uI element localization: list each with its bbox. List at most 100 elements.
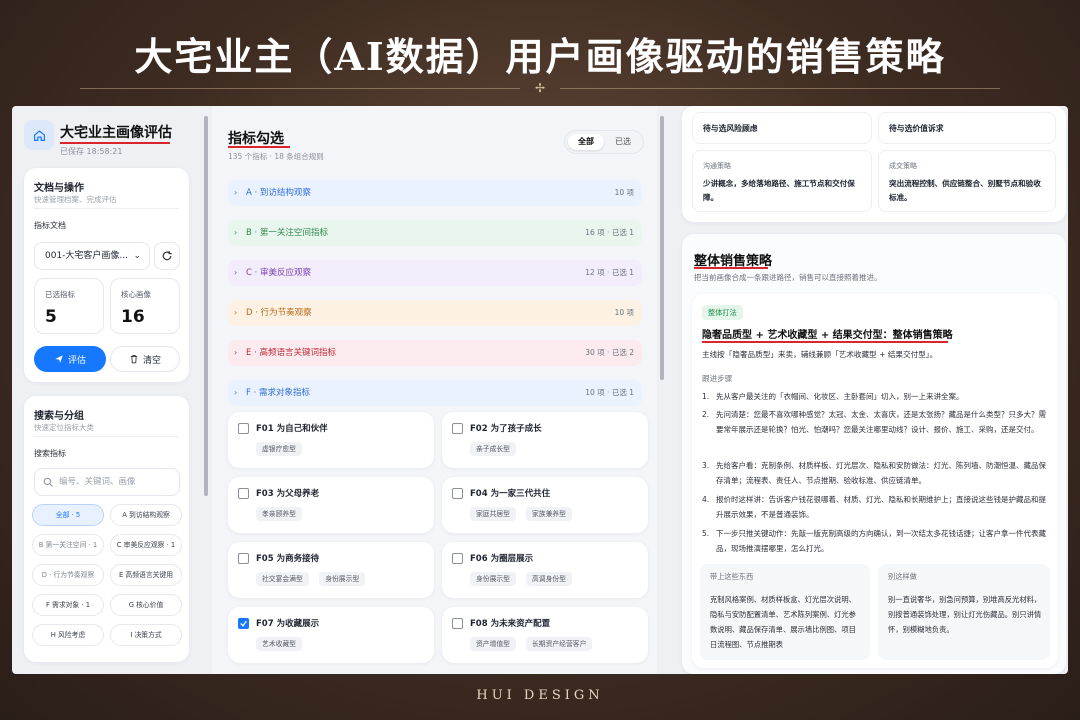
- indicator-card[interactable]: F05 为商务接待 社交宴会满型 身份展示型: [228, 542, 434, 598]
- indicator-tag: 资产增值型: [470, 637, 516, 651]
- value-box: 待与选价值诉求: [878, 112, 1056, 144]
- deal-text: 突出流程控制、供应链整合、别墅节点和验收标准。: [889, 179, 1041, 202]
- indicator-card[interactable]: F08 为未来资产配置 资产增值型 长期资产经营客户: [442, 607, 648, 663]
- home-button[interactable]: [24, 120, 54, 150]
- chip-b[interactable]: B 第一关注空间 · 1: [32, 534, 104, 556]
- selected-stat: 已选指标 5: [34, 278, 104, 334]
- group-count: 10 项: [614, 188, 634, 197]
- filter-all-tab[interactable]: 全部: [568, 134, 604, 150]
- deal-label: 成交策略: [889, 162, 917, 170]
- group-count: 16 项 · 已选 1: [585, 228, 634, 237]
- search-placeholder: 编号、关键词、画像: [59, 477, 136, 487]
- core-stat: 核心画像 16: [110, 278, 180, 334]
- indicator-card[interactable]: F03 为父母养老孝亲颐养型: [228, 477, 434, 533]
- group-count: 12 项 · 已选 1: [585, 268, 634, 277]
- plan-badge: 整体打法: [702, 305, 743, 320]
- filter-selected-tab[interactable]: 已选: [605, 134, 641, 150]
- risk-box: 待与选风险顾虑: [692, 112, 872, 144]
- chip-a[interactable]: A 到访结构观察: [110, 504, 182, 526]
- checkbox[interactable]: [452, 423, 463, 434]
- chip-all[interactable]: 全部 · 5: [32, 504, 104, 526]
- chip-c[interactable]: C 审美反应观察 · 1: [110, 534, 182, 556]
- checkbox[interactable]: [238, 488, 249, 499]
- core-stat-value: 16: [121, 307, 145, 327]
- saved-time: 已保存 18:58:21: [60, 147, 123, 156]
- step-text: 先给客户看：克制条例、材质样板、灯光层次、隐私和安防做法：灯光、陈列墙、防潮恒温…: [716, 461, 1046, 485]
- chip-e[interactable]: E 高频语言关键用: [110, 564, 182, 586]
- checkbox[interactable]: [452, 553, 463, 564]
- brand-row: 大宅业主画像评估 已保存 18:58:21: [24, 118, 194, 160]
- chevron-right-icon: ›: [234, 308, 238, 317]
- evaluate-button[interactable]: 评估: [34, 346, 106, 372]
- checkbox[interactable]: [238, 618, 249, 629]
- group-count: 30 项 · 已选 2: [585, 348, 634, 357]
- indicator-card[interactable]: F01 为自己和伙伴 虚银疗愈型: [228, 412, 434, 468]
- step-text: 报价时这样讲：告诉客户钱花很哪着、材质、灯光、隐私和长期维护上；直接说这些钱是护…: [716, 495, 1046, 519]
- risk-title: 待与选风险顾虑: [703, 124, 758, 133]
- app-window: 大宅业主画像评估 已保存 18:58:21 文档与操作 快速管理档案、完成评估 …: [12, 106, 1068, 674]
- checkbox[interactable]: [238, 423, 249, 434]
- checkbox[interactable]: [238, 553, 249, 564]
- footer-brand: HUI DESIGN: [476, 688, 604, 703]
- refresh-button[interactable]: [154, 242, 180, 270]
- selected-stat-value: 5: [45, 307, 57, 327]
- indicator-card[interactable]: F06 为圈层展示 身份展示型 高调身份型: [442, 542, 648, 598]
- checkbox[interactable]: [452, 618, 463, 629]
- clear-button[interactable]: 清空: [110, 346, 180, 372]
- send-icon: [55, 355, 63, 363]
- search-input[interactable]: 编号、关键词、画像: [34, 468, 180, 496]
- comm-label: 沟通策略: [703, 162, 731, 170]
- indicator-tag: 家庭共居型: [470, 507, 516, 521]
- group-row[interactable]: › F · 需求对象指标 10 项 · 已选 1: [228, 380, 642, 406]
- chevron-right-icon: ›: [234, 348, 238, 357]
- indicator-scrollbar[interactable]: [660, 116, 664, 380]
- clear-label: 清空: [142, 355, 161, 366]
- chip-h[interactable]: H 风险考虑: [32, 624, 104, 646]
- avoid-label: 别这样做: [888, 572, 917, 581]
- indicator-name: F02 为了孩子成长: [470, 424, 542, 434]
- sidebar: 大宅业主画像评估 已保存 18:58:21 文档与操作 快速管理档案、完成评估 …: [12, 106, 202, 674]
- strategy-subtitle: 把当前画像合成一条跟进路径，销售可以直接照着推进。: [694, 273, 882, 282]
- indicator-subtitle: 135 个指标 · 18 条组合规则: [228, 152, 324, 161]
- indicator-tag: 身份展示型: [319, 572, 366, 586]
- search-card-subtitle: 快速定位指标大类: [34, 423, 94, 432]
- group-label: C · 审美反应观察: [246, 268, 312, 278]
- sidebar-scrollbar[interactable]: [204, 116, 208, 496]
- doc-select[interactable]: 001-大宅客户画像... ⌄: [34, 242, 150, 270]
- chevron-down-icon: ⌄: [133, 251, 141, 261]
- core-stat-label: 核心画像: [121, 290, 151, 299]
- chip-i[interactable]: I 决策方式: [110, 624, 182, 646]
- group-row[interactable]: › A · 到访结构观察 10 项: [228, 180, 642, 206]
- indicator-name: F03 为父母养老: [256, 489, 320, 499]
- group-row[interactable]: › C · 审美反应观察 12 项 · 已选 1: [228, 260, 642, 286]
- chip-f[interactable]: F 需求对象 · 1: [32, 594, 104, 616]
- bring-label: 带上这些东西: [710, 572, 754, 581]
- checkbox[interactable]: [452, 488, 463, 499]
- step-text: 先从客户最关注的「衣帽间、化妆区、主卧套间」切入，别一上来讲全案。: [716, 392, 964, 401]
- group-label: D · 行为节奏观察: [246, 308, 312, 318]
- chip-g[interactable]: G 核心价值: [110, 594, 182, 616]
- group-count: 10 项 · 已选 1: [585, 388, 634, 397]
- indicator-tag: 身份展示型: [470, 572, 516, 586]
- step-item: 1. 先从客户最关注的「衣帽间、化妆区、主卧套间」切入，别一上来讲全案。: [702, 389, 1046, 404]
- chip-d[interactable]: D · 行为节奏观察: [32, 564, 104, 586]
- deal-strategy-box: 成交策略 突出流程控制、供应链整合、别墅节点和验收标准。: [878, 150, 1056, 212]
- group-row[interactable]: › B · 第一关注空间指标 16 项 · 已选 1: [228, 220, 642, 246]
- indicator-tag: 孝亲颐养型: [256, 507, 302, 521]
- group-row[interactable]: › D · 行为节奏观察 10 项: [228, 300, 642, 326]
- indicator-card[interactable]: F07 为收藏展示 艺术收藏型: [228, 607, 434, 663]
- group-label: A · 到访结构观察: [246, 188, 311, 198]
- indicator-card[interactable]: F02 为了孩子成长 亲子成长型: [442, 412, 648, 468]
- search-card-title: 搜索与分组: [34, 411, 84, 422]
- chevron-right-icon: ›: [234, 268, 238, 277]
- indicator-tag: 高调身份型: [526, 572, 572, 586]
- search-icon: [43, 477, 53, 487]
- indicator-name: F05 为商务接待: [256, 554, 320, 564]
- banner-rule-right: [560, 88, 1000, 89]
- fleur-ornament-icon: ✢: [534, 81, 546, 95]
- group-label: F · 需求对象指标: [246, 388, 310, 398]
- step-item: 2. 先问清楚：您最不喜欢哪种感觉？太冠、太金、太喜庆，还是太张扬？藏品是什么类型…: [702, 407, 1046, 437]
- indicator-card[interactable]: F04 为一家三代共住 家庭共居型 家族兼养型: [442, 477, 648, 533]
- divider: [34, 208, 179, 209]
- group-row[interactable]: › E · 高频语言关键词指标 30 项 · 已选 2: [228, 340, 642, 366]
